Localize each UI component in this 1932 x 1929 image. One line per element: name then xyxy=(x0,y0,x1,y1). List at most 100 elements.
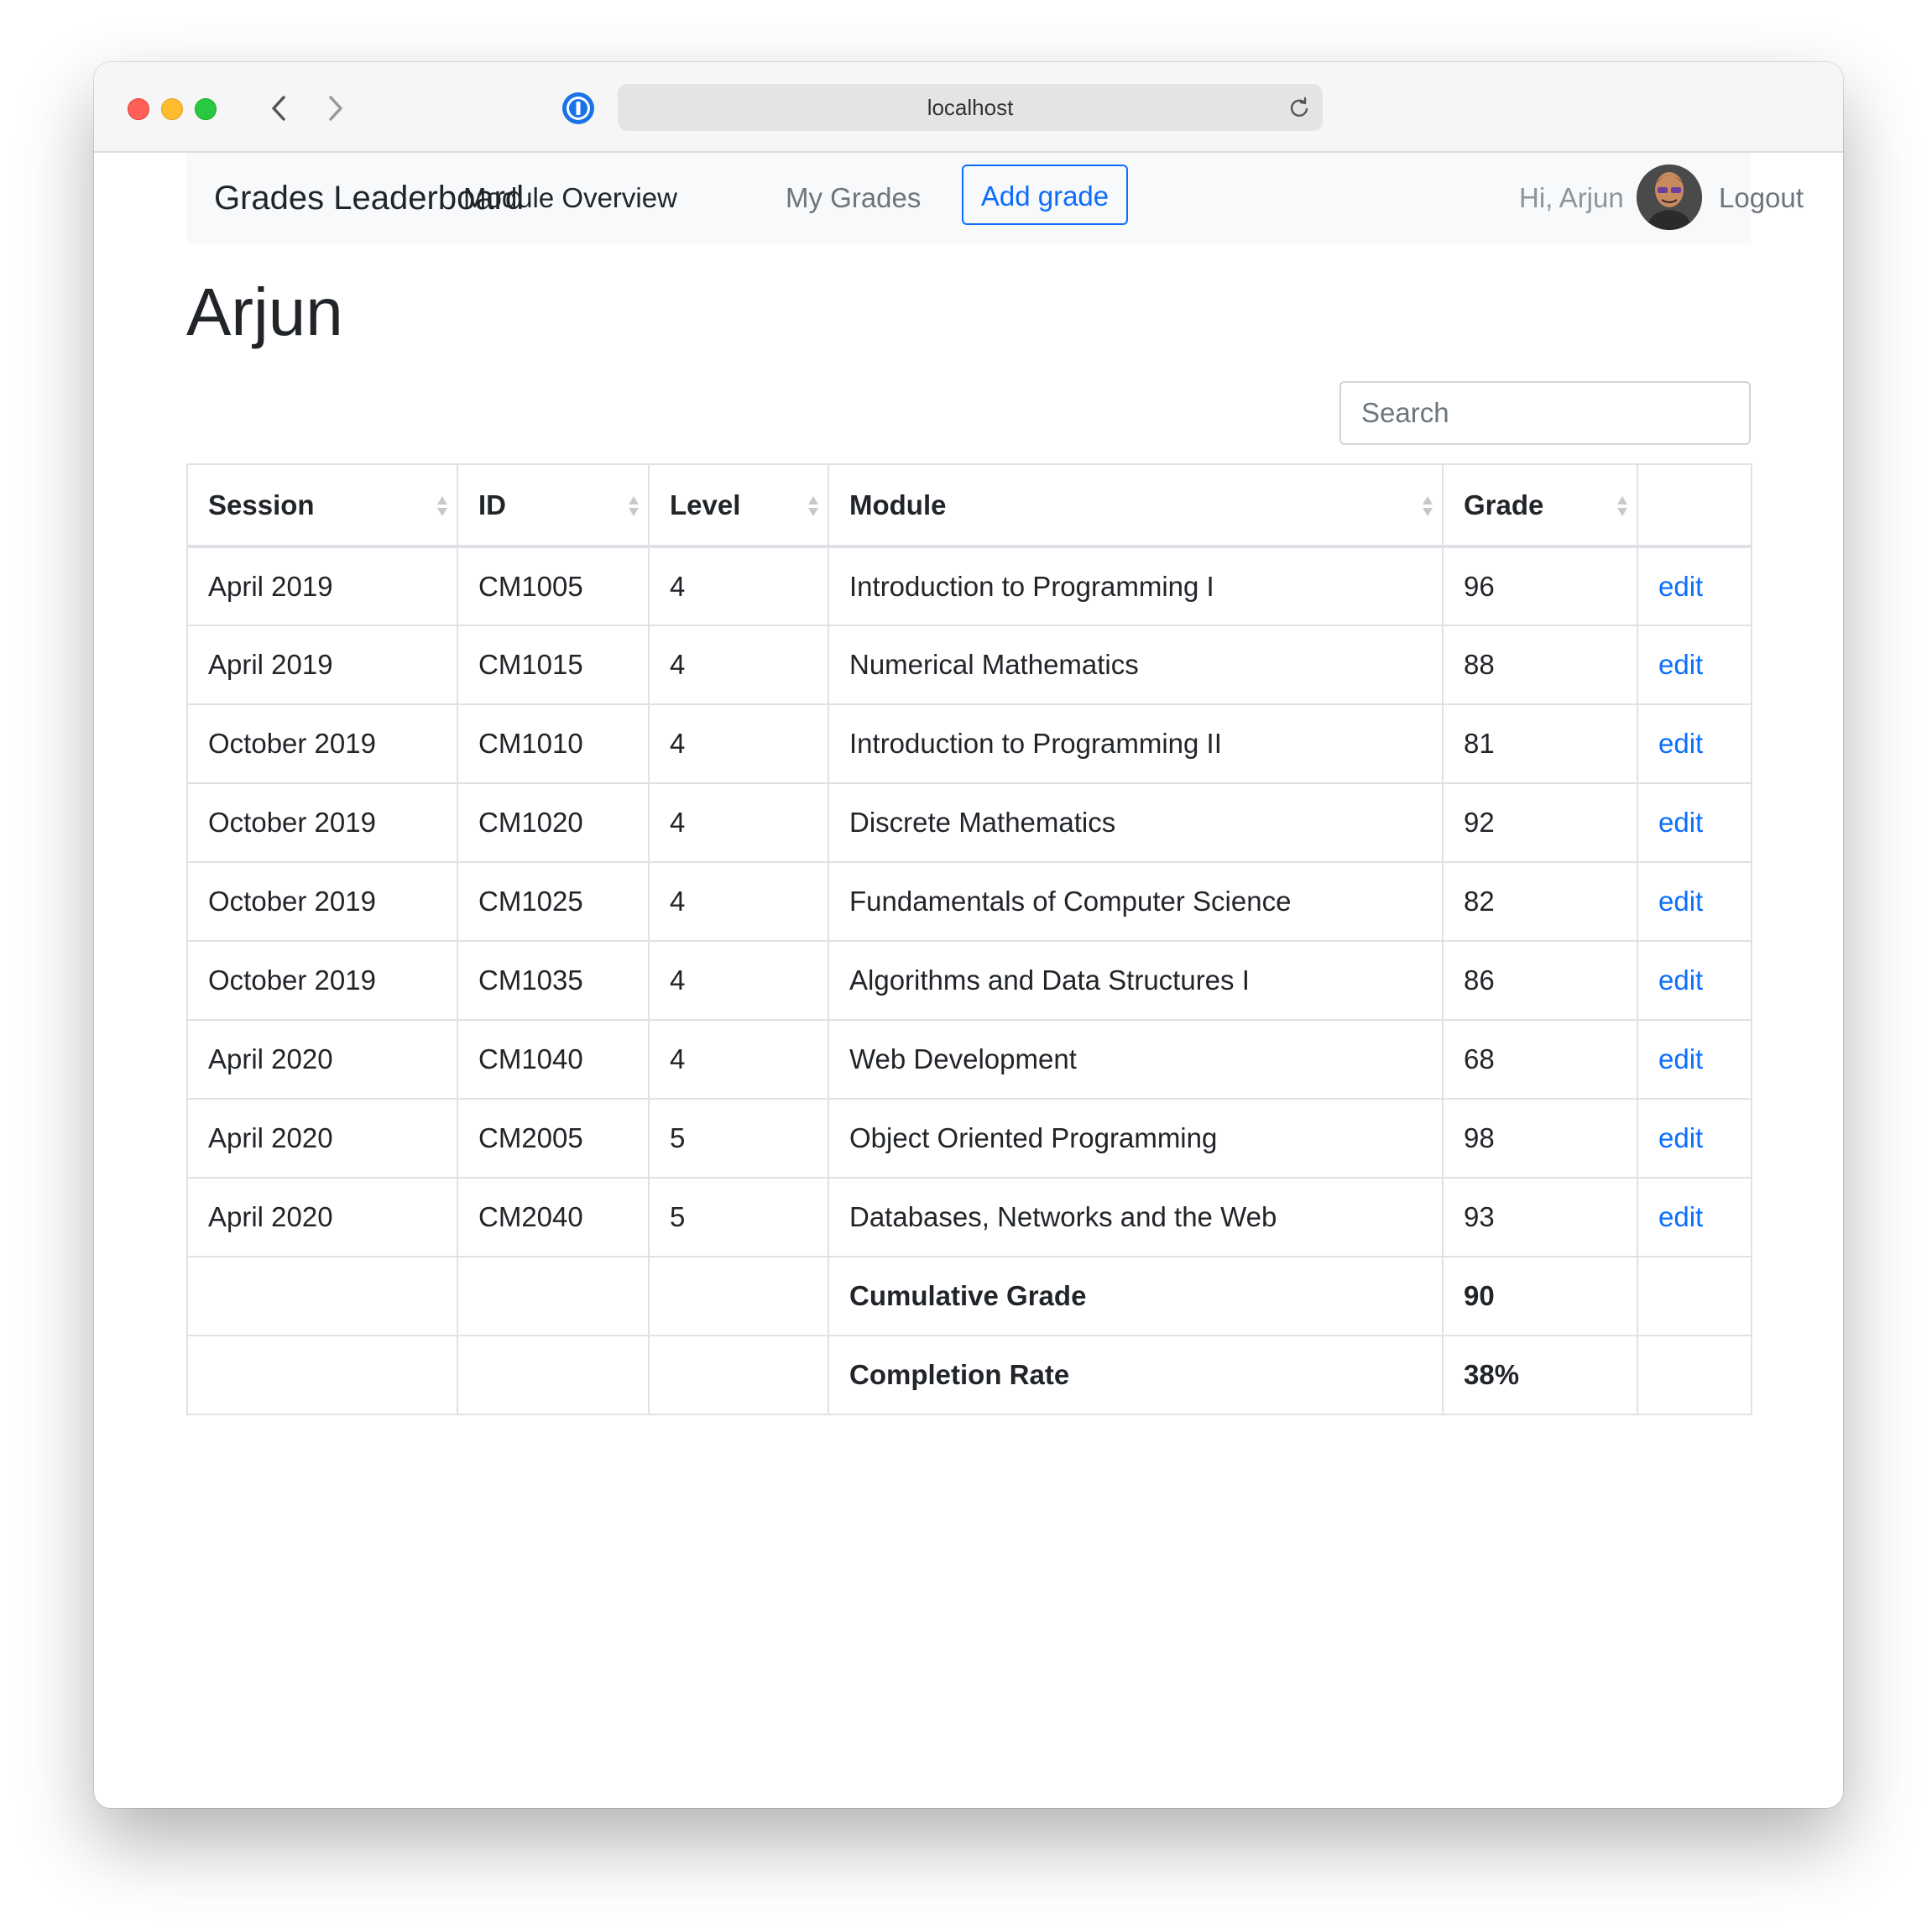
page-content: Grades Leaderboard Module Overview My Gr… xyxy=(94,153,1843,1808)
table-row: April 2020 CM2040 5 Databases, Networks … xyxy=(186,1177,1752,1257)
cell-grade: 82 xyxy=(1442,861,1638,942)
cell-action: edit xyxy=(1637,861,1752,942)
cell-id: CM1015 xyxy=(457,625,650,705)
cell-grade: 68 xyxy=(1442,1019,1638,1100)
browser-titlebar: localhost xyxy=(94,62,1843,153)
cell-session: April 2019 xyxy=(186,625,458,705)
password-manager-icon[interactable] xyxy=(561,91,596,126)
page-title: Arjun xyxy=(186,274,343,349)
edit-link[interactable]: edit xyxy=(1658,728,1703,759)
grades-table: Session ID Level Module Grade April 2019… xyxy=(186,463,1752,1415)
search-input[interactable] xyxy=(1339,381,1751,445)
reload-icon[interactable] xyxy=(1287,96,1311,119)
cell-module: Object Oriented Programming xyxy=(828,1098,1444,1179)
cell-level: 5 xyxy=(648,1098,829,1179)
address-bar[interactable]: localhost xyxy=(618,84,1323,131)
edit-link[interactable]: edit xyxy=(1658,1122,1703,1153)
cell-id: CM1040 xyxy=(457,1019,650,1100)
column-header-id[interactable]: ID xyxy=(457,463,650,548)
cell-level: 4 xyxy=(648,861,829,942)
cell-id: CM1005 xyxy=(457,546,650,626)
table-row: October 2019 CM1010 4 Introduction to Pr… xyxy=(186,703,1752,784)
maximize-window-button[interactable] xyxy=(195,98,217,120)
column-header-level[interactable]: Level xyxy=(648,463,829,548)
summary-row-cumulative-grade: Cumulative Grade 90 xyxy=(186,1256,1752,1336)
sort-icon xyxy=(629,496,639,516)
header-label: Session xyxy=(208,489,315,520)
back-icon[interactable] xyxy=(262,87,295,129)
table-row: October 2019 CM1035 4 Algorithms and Dat… xyxy=(186,940,1752,1021)
cell-id: CM1020 xyxy=(457,782,650,863)
header-label: Module xyxy=(849,489,947,520)
cell-module: Introduction to Programming I xyxy=(828,546,1444,626)
cell-id: CM1025 xyxy=(457,861,650,942)
cell-level: 5 xyxy=(648,1177,829,1257)
cell-action: edit xyxy=(1637,1098,1752,1179)
cell-module: Algorithms and Data Structures I xyxy=(828,940,1444,1021)
edit-link[interactable]: edit xyxy=(1658,886,1703,917)
header-label: Level xyxy=(670,489,741,520)
column-header-session[interactable]: Session xyxy=(186,463,458,548)
minimize-window-button[interactable] xyxy=(161,98,183,120)
cell-module: Numerical Mathematics xyxy=(828,625,1444,705)
cell-grade: 93 xyxy=(1442,1177,1638,1257)
cell-module: Databases, Networks and the Web xyxy=(828,1177,1444,1257)
cell-action: edit xyxy=(1637,782,1752,863)
summary-label: Cumulative Grade xyxy=(828,1256,1444,1336)
sort-icon xyxy=(808,496,818,516)
cell-module: Introduction to Programming II xyxy=(828,703,1444,784)
edit-link[interactable]: edit xyxy=(1658,807,1703,838)
sort-icon xyxy=(437,496,447,516)
forward-icon[interactable] xyxy=(319,87,352,129)
cell-module: Web Development xyxy=(828,1019,1444,1100)
cell-session: April 2020 xyxy=(186,1019,458,1100)
avatar[interactable] xyxy=(1637,165,1702,230)
column-header-grade[interactable]: Grade xyxy=(1442,463,1638,548)
edit-link[interactable]: edit xyxy=(1658,571,1703,602)
close-window-button[interactable] xyxy=(128,98,149,120)
nav-module-overview[interactable]: Module Overview xyxy=(463,153,677,243)
user-greeting: Hi, Arjun xyxy=(1519,182,1624,213)
cell-action: edit xyxy=(1637,625,1752,705)
cell-session: October 2019 xyxy=(186,703,458,784)
edit-link[interactable]: edit xyxy=(1658,964,1703,996)
cell-grade: 92 xyxy=(1442,782,1638,863)
column-header-module[interactable]: Module xyxy=(828,463,1444,548)
url-text: localhost xyxy=(927,95,1014,120)
edit-link[interactable]: edit xyxy=(1658,649,1703,680)
sort-icon xyxy=(1423,496,1433,516)
logout-link[interactable]: Logout xyxy=(1719,153,1804,243)
cell-grade: 98 xyxy=(1442,1098,1638,1179)
edit-link[interactable]: edit xyxy=(1658,1201,1703,1232)
nav-my-grades[interactable]: My Grades xyxy=(786,153,921,243)
cell-action: edit xyxy=(1637,1019,1752,1100)
cell-grade: 86 xyxy=(1442,940,1638,1021)
header-label: Grade xyxy=(1464,489,1544,520)
cell-session: October 2019 xyxy=(186,861,458,942)
table-row: October 2019 CM1020 4 Discrete Mathemati… xyxy=(186,782,1752,863)
top-navbar: Grades Leaderboard Module Overview My Gr… xyxy=(186,153,1804,243)
summary-row-completion-rate: Completion Rate 38% xyxy=(186,1335,1752,1415)
summary-label: Completion Rate xyxy=(828,1335,1444,1415)
cell-session: October 2019 xyxy=(186,940,458,1021)
cell-id: CM2040 xyxy=(457,1177,650,1257)
cell-action: edit xyxy=(1637,546,1752,626)
summary-value: 38% xyxy=(1442,1335,1638,1415)
edit-link[interactable]: edit xyxy=(1658,1043,1703,1074)
header-label: ID xyxy=(478,489,506,520)
cell-action: edit xyxy=(1637,703,1752,784)
browser-window: localhost Grades Leaderboard Module Over… xyxy=(94,62,1843,1808)
cell-grade: 88 xyxy=(1442,625,1638,705)
cell-grade: 96 xyxy=(1442,546,1638,626)
cell-grade: 81 xyxy=(1442,703,1638,784)
cell-id: CM1035 xyxy=(457,940,650,1021)
cell-action: edit xyxy=(1637,940,1752,1021)
sort-icon xyxy=(1617,496,1627,516)
cell-level: 4 xyxy=(648,1019,829,1100)
table-row: April 2020 CM1040 4 Web Development 68 e… xyxy=(186,1019,1752,1100)
add-grade-button[interactable]: Add grade xyxy=(962,165,1128,225)
cell-level: 4 xyxy=(648,625,829,705)
summary-value: 90 xyxy=(1442,1256,1638,1336)
cell-action: edit xyxy=(1637,1177,1752,1257)
cell-level: 4 xyxy=(648,546,829,626)
